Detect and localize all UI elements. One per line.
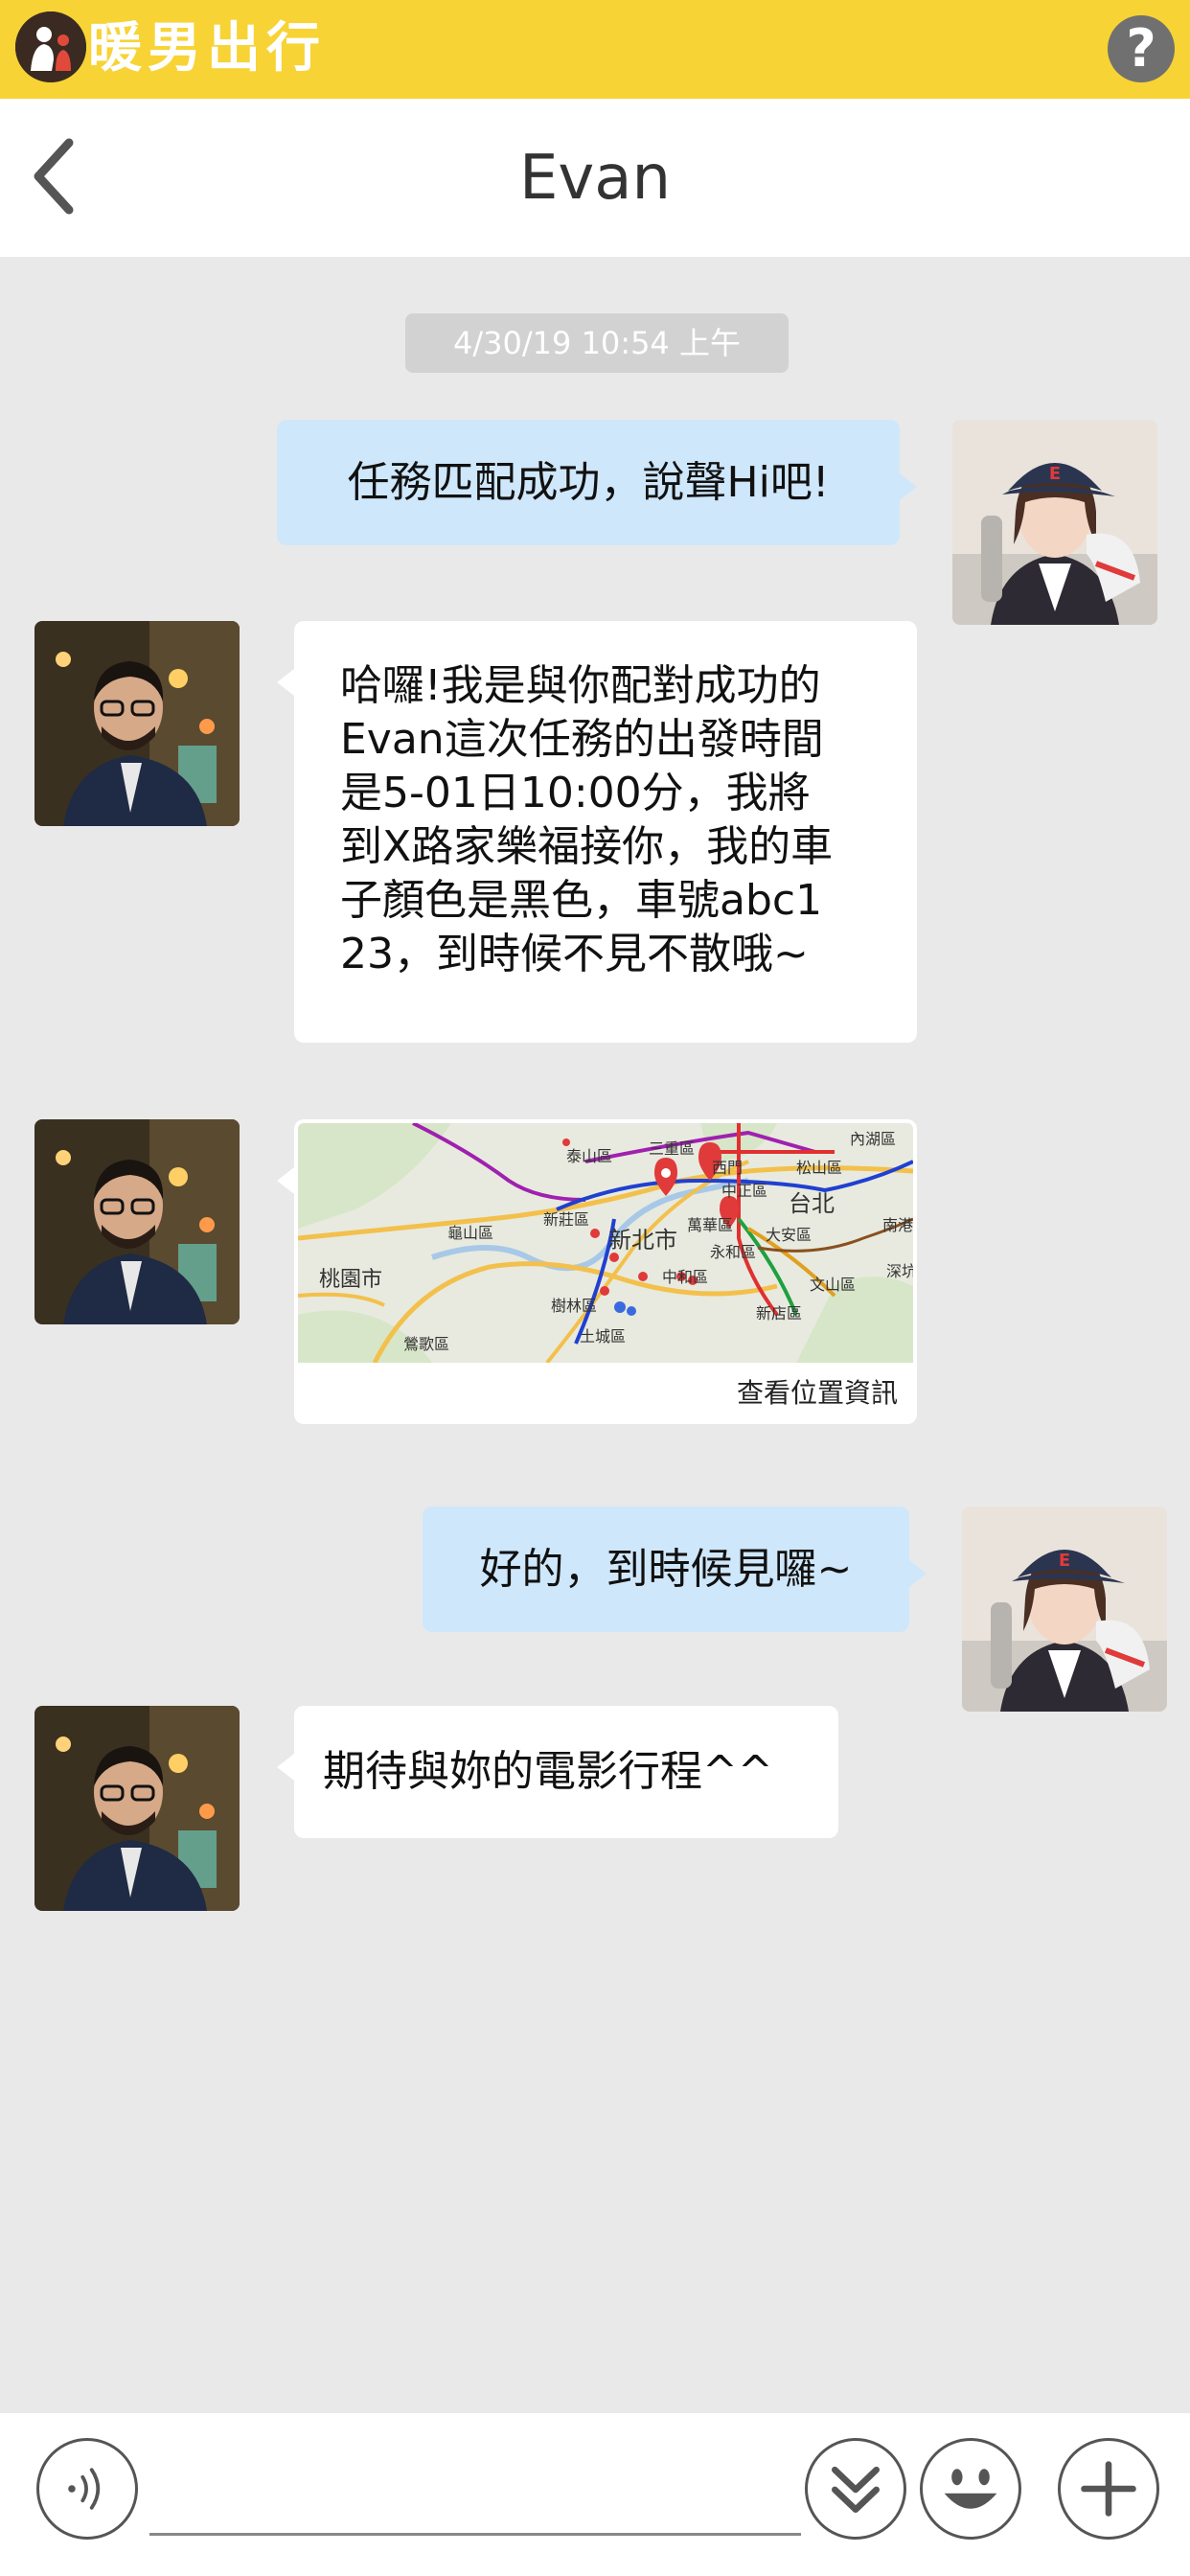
map-label: 永和區 <box>710 1243 756 1261</box>
user-avatar[interactable]: E <box>962 1506 1167 1712</box>
message-text: 好的，到時候見囉~ <box>479 1545 853 1594</box>
scroll-down-button[interactable] <box>805 2438 906 2540</box>
message-input[interactable] <box>149 2457 801 2536</box>
map-label: 三重區 <box>649 1139 695 1158</box>
smiley-icon <box>944 2469 997 2509</box>
sent-message-bubble[interactable]: 任務匹配成功，說聲Hi吧! <box>277 420 917 545</box>
message-input-bar <box>0 2413 1190 2576</box>
voice-button[interactable] <box>36 2438 138 2540</box>
received-message-bubble[interactable]: 期待與妳的電影行程^^ <box>277 1706 838 1838</box>
map-label: 中正區 <box>721 1182 767 1200</box>
plus-icon <box>1081 2461 1136 2517</box>
sent-message-bubble[interactable]: 好的，到時候見囉~ <box>423 1506 927 1632</box>
emoji-button[interactable] <box>920 2438 1021 2540</box>
message-text: 任務匹配成功，說聲Hi吧! <box>347 458 830 507</box>
map-label: 內湖區 <box>850 1130 896 1148</box>
message-line: 到X路家樂福接你，我的車 <box>340 822 834 871</box>
map-label: 新莊區 <box>543 1210 589 1229</box>
help-button[interactable]: ? <box>1108 15 1175 82</box>
map-label: 新店區 <box>756 1304 802 1322</box>
map-label: 大安區 <box>766 1226 812 1244</box>
map-label: 中和區 <box>662 1268 708 1286</box>
map-thumbnail[interactable]: 泰山區 三重區 西門 內湖區 松山區 新莊區 中正區 萬華區 台北 南港 龜山區… <box>298 1123 913 1363</box>
app-brand-title: 暖男出行 <box>88 17 326 80</box>
map-label: 鶯歌區 <box>403 1335 449 1353</box>
message-line: 23，到時候不見不散哦~ <box>340 930 809 978</box>
voice-icon <box>68 2468 101 2510</box>
chat-title: Evan <box>518 143 672 214</box>
map-label: 桃園市 <box>319 1268 382 1292</box>
message-line: 是5-01日10:00分，我將 <box>340 769 811 817</box>
message-line: 哈囉!我是與你配對成功的 <box>340 661 821 710</box>
map-label: 松山區 <box>796 1159 842 1177</box>
map-label: 龜山區 <box>447 1224 493 1242</box>
contact-avatar[interactable] <box>34 1706 240 1911</box>
map-label: 西門 <box>712 1159 743 1177</box>
app-brand-bar: 暖男出行 ? <box>0 0 1190 99</box>
svg-text:E: E <box>1049 464 1061 484</box>
map-label: 台北 <box>789 1190 835 1217</box>
received-message-bubble[interactable]: 哈囉!我是與你配對成功的 Evan這次任務的出發時間 是5-01日10:00分，… <box>277 621 917 1043</box>
message-line: Evan這次任務的出發時間 <box>340 715 824 764</box>
user-avatar[interactable]: E <box>952 420 1157 625</box>
contact-avatar[interactable] <box>34 621 240 826</box>
map-label: 深坑 <box>886 1262 913 1280</box>
plus-button[interactable] <box>1058 2438 1159 2540</box>
contact-avatar[interactable] <box>34 1119 240 1324</box>
message-timestamp: 4/30/19 10:54 上午 <box>405 313 789 373</box>
map-label: 泰山區 <box>566 1147 612 1165</box>
location-map-card[interactable]: 泰山區 三重區 西門 內湖區 松山區 新莊區 中正區 萬華區 台北 南港 龜山區… <box>277 1119 917 1424</box>
double-chevron-down-icon <box>832 2466 880 2513</box>
map-label: 萬華區 <box>687 1216 733 1234</box>
map-label: 樹林區 <box>551 1297 597 1315</box>
map-label: 土城區 <box>580 1327 626 1346</box>
message-text: 期待與妳的電影行程^^ <box>323 1747 773 1796</box>
question-circle-icon: ? <box>1126 18 1156 79</box>
map-label: 南港 <box>882 1216 913 1234</box>
message-line: 子顏色是黑色，車號abc1 <box>340 876 823 925</box>
view-location-link[interactable]: 查看位置資訊 <box>737 1372 898 1411</box>
chat-header: Evan <box>0 99 1190 257</box>
map-label: 文山區 <box>810 1276 856 1294</box>
map-label: 新北市 <box>608 1227 677 1254</box>
app-logo-icon <box>15 12 86 82</box>
svg-text:E: E <box>1059 1551 1070 1571</box>
